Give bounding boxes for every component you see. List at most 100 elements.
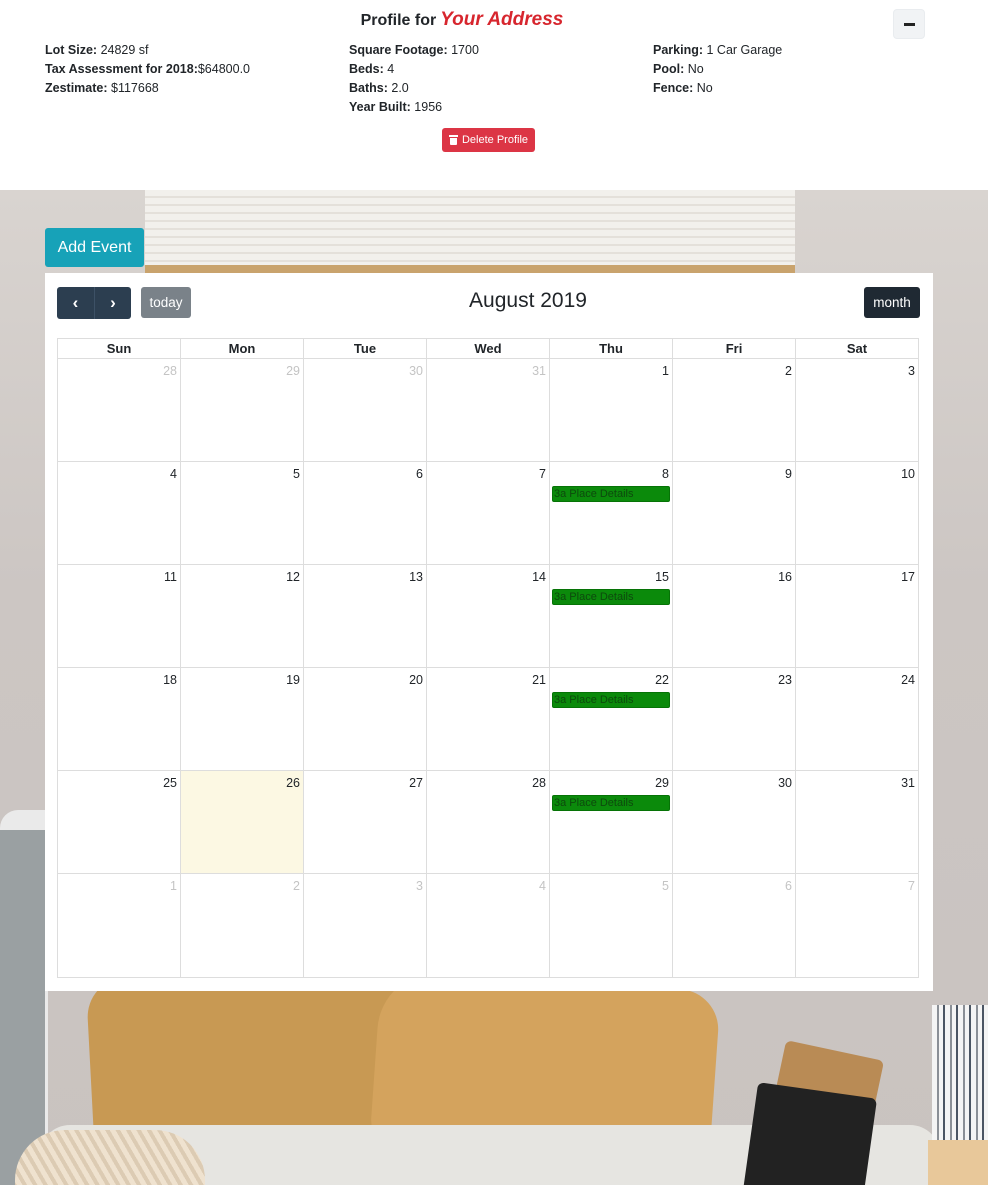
day-cell[interactable]: 30 bbox=[304, 359, 427, 461]
day-number: 25 bbox=[163, 776, 177, 790]
day-of-week-tue: Tue bbox=[304, 339, 427, 358]
day-cell[interactable]: 16 bbox=[673, 565, 796, 667]
calendar-event[interactable]: 3a Place Details bbox=[552, 486, 670, 502]
day-cell[interactable]: 10 bbox=[796, 462, 918, 564]
day-cell[interactable]: 23 bbox=[673, 668, 796, 770]
day-cell[interactable]: 17 bbox=[796, 565, 918, 667]
day-cell[interactable]: 28 bbox=[427, 771, 550, 873]
day-cell[interactable]: 31 bbox=[427, 359, 550, 461]
calendar-grid: Sun Mon Tue Wed Thu Fri Sat 28 29 30 31 1 2 3 4 5 6 7 8 3a… bbox=[57, 338, 919, 978]
day-number: 5 bbox=[662, 879, 669, 893]
day-cell[interactable]: 29 bbox=[181, 359, 304, 461]
day-cell[interactable]: 18 bbox=[58, 668, 181, 770]
calendar-event[interactable]: 3a Place Details bbox=[552, 589, 670, 605]
calendar: ‹ › today August 2019 month Sun Mon Tue Wed… bbox=[45, 273, 933, 991]
day-number: 22 bbox=[655, 673, 669, 687]
window-sill bbox=[145, 265, 795, 273]
day-number: 12 bbox=[286, 570, 300, 584]
calendar-week: 18 19 20 21 22 3a Place Details 23 24 bbox=[58, 668, 918, 771]
add-event-button[interactable]: Add Event bbox=[45, 228, 144, 267]
day-cell[interactable]: 3 bbox=[796, 359, 918, 461]
baths-row: Baths: 2.0 bbox=[349, 79, 479, 98]
day-number: 29 bbox=[286, 364, 300, 378]
profile-address: Your Address bbox=[440, 9, 564, 30]
day-number: 16 bbox=[778, 570, 792, 584]
field-label: Square Footage: bbox=[349, 43, 448, 57]
year-built-row: Year Built: 1956 bbox=[349, 98, 479, 117]
day-cell[interactable]: 5 bbox=[181, 462, 304, 564]
day-cell[interactable]: 22 3a Place Details bbox=[550, 668, 673, 770]
day-cell-today[interactable]: 26 bbox=[181, 771, 304, 873]
profile-title-prefix: Profile for bbox=[360, 12, 437, 29]
day-cell[interactable]: 5 bbox=[550, 874, 673, 977]
day-cell[interactable]: 24 bbox=[796, 668, 918, 770]
day-cell[interactable]: 28 bbox=[58, 359, 181, 461]
day-cell[interactable]: 31 bbox=[796, 771, 918, 873]
day-cell[interactable]: 30 bbox=[673, 771, 796, 873]
delete-profile-button[interactable]: Delete Profile bbox=[442, 128, 535, 152]
day-cell[interactable]: 3 bbox=[304, 874, 427, 977]
month-view-button[interactable]: month bbox=[864, 287, 920, 318]
profile-column-3: Parking: 1 Car Garage Pool: No Fence: No bbox=[653, 41, 782, 98]
day-cell[interactable]: 7 bbox=[796, 874, 918, 977]
day-cell[interactable]: 6 bbox=[304, 462, 427, 564]
calendar-title: August 2019 bbox=[469, 289, 587, 312]
field-value: 1956 bbox=[410, 100, 443, 114]
day-number: 2 bbox=[785, 364, 792, 378]
day-number: 28 bbox=[163, 364, 177, 378]
day-cell[interactable]: 21 bbox=[427, 668, 550, 770]
day-cell[interactable]: 19 bbox=[181, 668, 304, 770]
calendar-week: 1 2 3 4 5 6 7 bbox=[58, 874, 918, 977]
day-number: 11 bbox=[164, 570, 177, 584]
day-cell[interactable]: 8 3a Place Details bbox=[550, 462, 673, 564]
bookshelf bbox=[932, 1005, 988, 1145]
calendar-event[interactable]: 3a Place Details bbox=[552, 795, 670, 811]
day-cell[interactable]: 1 bbox=[550, 359, 673, 461]
day-number: 26 bbox=[286, 776, 300, 790]
day-cell[interactable]: 14 bbox=[427, 565, 550, 667]
day-cell[interactable]: 25 bbox=[58, 771, 181, 873]
day-number: 18 bbox=[163, 673, 177, 687]
calendar-event[interactable]: 3a Place Details bbox=[552, 692, 670, 708]
day-cell[interactable]: 2 bbox=[181, 874, 304, 977]
day-number: 24 bbox=[901, 673, 915, 687]
day-number: 17 bbox=[901, 570, 915, 584]
day-cell[interactable]: 1 bbox=[58, 874, 181, 977]
profile-column-1: Lot Size: 24829 sf Tax Assessment for 20… bbox=[45, 41, 250, 98]
day-cell[interactable]: 11 bbox=[58, 565, 181, 667]
day-cell[interactable]: 4 bbox=[427, 874, 550, 977]
delete-profile-label: Delete Profile bbox=[461, 134, 529, 146]
day-number: 5 bbox=[293, 467, 300, 481]
day-number: 6 bbox=[416, 467, 423, 481]
day-of-week-thu: Thu bbox=[550, 339, 673, 358]
field-label: Lot Size: bbox=[45, 43, 98, 57]
day-cell[interactable]: 29 3a Place Details bbox=[550, 771, 673, 873]
collapse-button[interactable] bbox=[893, 9, 925, 39]
day-cell[interactable]: 2 bbox=[673, 359, 796, 461]
day-cell[interactable]: 6 bbox=[673, 874, 796, 977]
day-number: 28 bbox=[532, 776, 546, 790]
calendar-week: 28 29 30 31 1 2 3 bbox=[58, 359, 918, 462]
day-cell[interactable]: 9 bbox=[673, 462, 796, 564]
profile-panel: Profile for Your Address Lot Size: 24829 … bbox=[0, 0, 988, 190]
day-cell[interactable]: 4 bbox=[58, 462, 181, 564]
day-cell[interactable]: 20 bbox=[304, 668, 427, 770]
parking-row: Parking: 1 Car Garage bbox=[653, 41, 782, 60]
day-number: 4 bbox=[539, 879, 546, 893]
day-of-week-mon: Mon bbox=[181, 339, 304, 358]
day-cell[interactable]: 15 3a Place Details bbox=[550, 565, 673, 667]
day-cell[interactable]: 7 bbox=[427, 462, 550, 564]
field-value: 2.0 bbox=[387, 81, 409, 95]
day-number: 21 bbox=[532, 673, 546, 687]
day-number: 8 bbox=[662, 467, 669, 481]
field-value: 4 bbox=[383, 62, 395, 76]
day-number: 7 bbox=[539, 467, 546, 481]
day-of-week-sun: Sun bbox=[58, 339, 181, 358]
day-number: 31 bbox=[532, 364, 546, 378]
field-label: Parking: bbox=[653, 43, 704, 57]
day-cell[interactable]: 27 bbox=[304, 771, 427, 873]
day-cell[interactable]: 13 bbox=[304, 565, 427, 667]
field-value: 1700 bbox=[447, 43, 479, 57]
day-cell[interactable]: 12 bbox=[181, 565, 304, 667]
day-number: 1 bbox=[170, 879, 177, 893]
